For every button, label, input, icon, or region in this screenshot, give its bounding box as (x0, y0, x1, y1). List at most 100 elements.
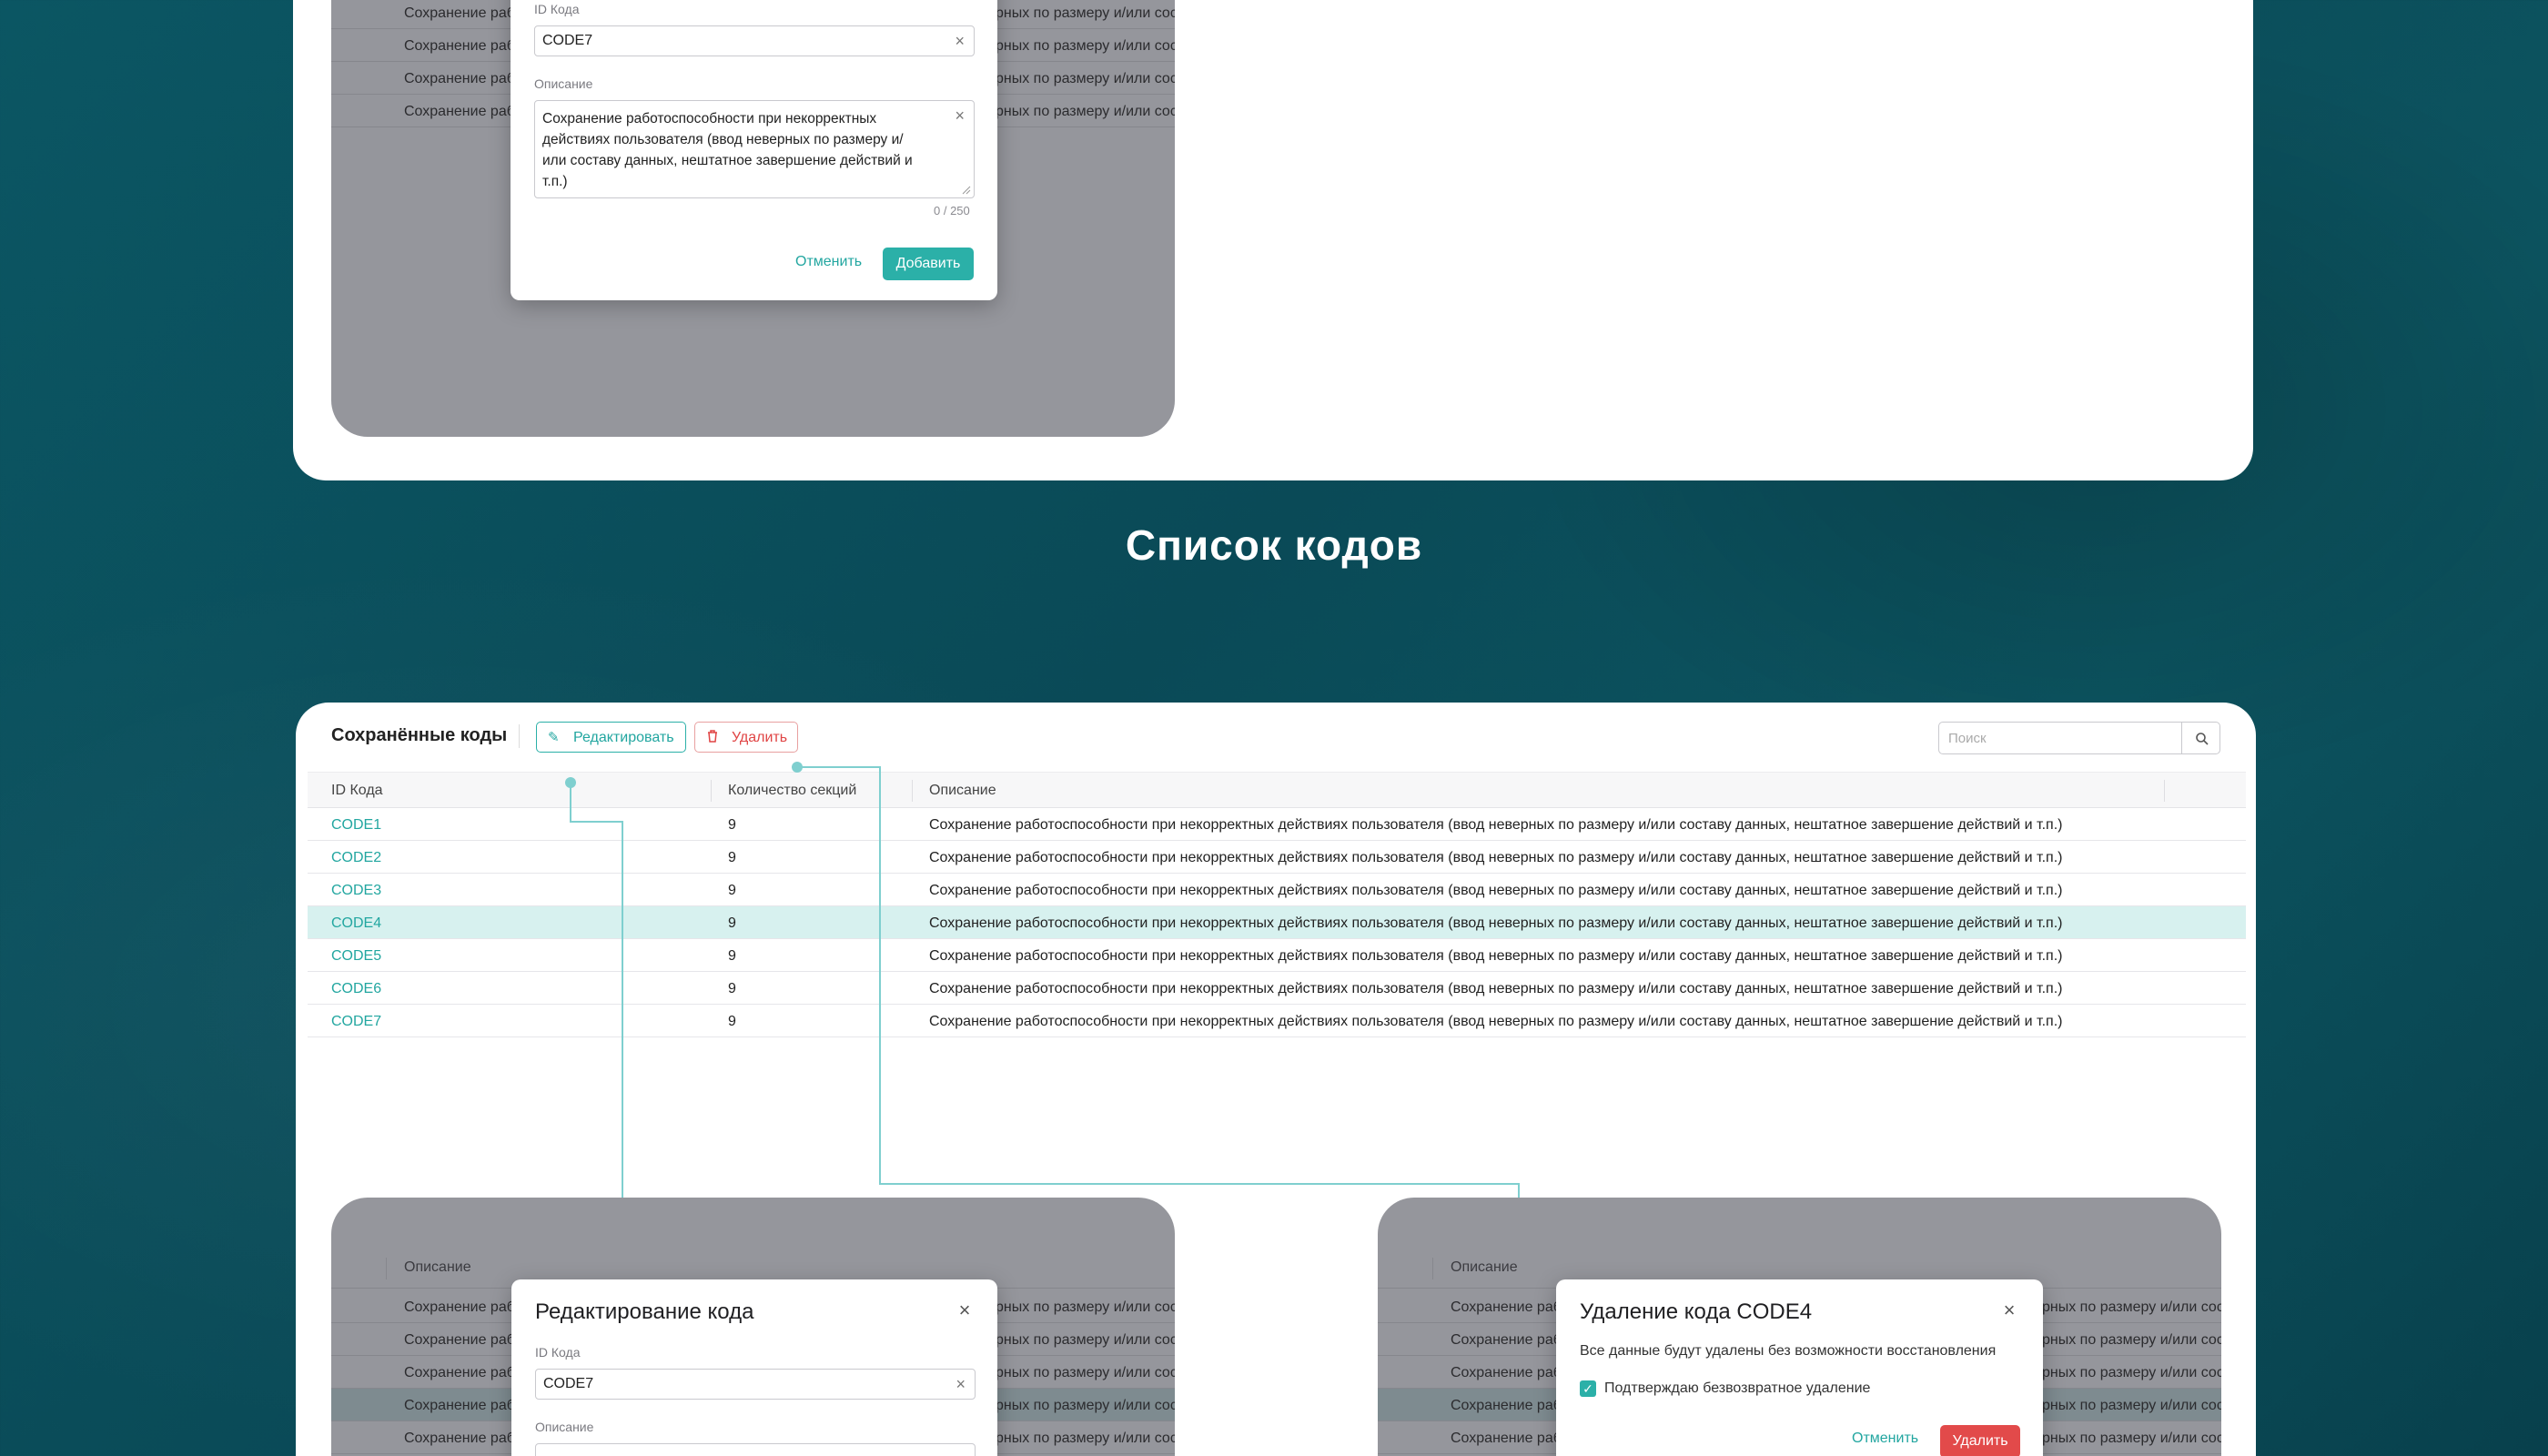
table-row[interactable]: CODE5 9 Сохранение работоспособности при н… (308, 939, 2246, 972)
description-textarea[interactable] (535, 1443, 976, 1456)
code-id-label: ID Кода (535, 1345, 581, 1360)
connector-dot (565, 777, 576, 788)
saved-codes-title: Сохранённые коды (331, 725, 508, 745)
column-header-description[interactable]: Описание (929, 783, 996, 799)
column-divider[interactable] (2164, 780, 2165, 802)
code-description: Сохранение работоспособности при некорре… (929, 850, 2063, 865)
section-count: 9 (728, 1014, 736, 1029)
column-header-id[interactable]: ID Кода (331, 783, 383, 799)
code-id-label: ID Кода (534, 2, 580, 16)
connector-line (796, 766, 881, 768)
preview-header-label: Описание (404, 1259, 471, 1275)
connector-dot (792, 762, 803, 773)
close-icon[interactable]: × (956, 1300, 974, 1320)
preview-cell: Сохранение раб (404, 104, 515, 119)
clear-icon[interactable]: × (955, 106, 965, 126)
edit-button-label: Редактировать (573, 730, 674, 745)
code-id-input[interactable]: CODE7 × (534, 25, 975, 56)
preview-cell: рных по размеру и/или сос (996, 1299, 1175, 1315)
section-count: 9 (728, 883, 736, 898)
code-description: Сохранение работоспособности при некорре… (929, 1014, 2063, 1029)
code-id-link[interactable]: CODE6 (331, 981, 381, 997)
table-row[interactable]: CODE3 9 Сохранение работоспособности при н… (308, 874, 2246, 906)
code-description: Сохранение работоспособности при некорре… (929, 948, 2063, 964)
description-value: Сохранение работоспособности при некорре… (542, 111, 913, 189)
preview-cell: Сохранение раб (1451, 1365, 1562, 1380)
preview-cell: Сохранение раб (404, 1332, 515, 1348)
add-code-modal: ID Кода CODE7 × Описание Сохранение рабо… (511, 0, 997, 300)
confirm-delete-button[interactable]: Удалить (1940, 1425, 2020, 1456)
column-header-sections[interactable]: Количество секций (728, 783, 856, 799)
preview-cell: Сохранение раб (404, 38, 515, 54)
code-id-link[interactable]: CODE7 (331, 1014, 381, 1030)
code-description: Сохранение работоспособности при некорре… (929, 817, 2063, 833)
table-row[interactable]: CODE2 9 Сохранение работоспособности при н… (308, 841, 2246, 874)
preview-cell: рных по размеру и/или сос (996, 1332, 1175, 1348)
code-id-link[interactable]: CODE4 (331, 915, 381, 932)
table-row[interactable]: CODE7 9 Сохранение работоспособности при н… (308, 1005, 2246, 1037)
confirm-checkbox[interactable]: ✓ (1580, 1380, 1596, 1397)
resize-handle-icon[interactable] (962, 186, 971, 195)
cancel-button[interactable]: Отменить (795, 254, 862, 270)
connector-line (879, 1183, 1520, 1185)
code-id-value: CODE7 (542, 33, 593, 48)
preview-cell: рных по размеру и/или сос (2042, 1398, 2221, 1413)
table-row[interactable]: CODE4 9 Сохранение работоспособности при н… (308, 906, 2246, 939)
preview-cell: Сохранение раб (1451, 1398, 1562, 1413)
edit-button[interactable]: ✎ Редактировать (536, 722, 686, 753)
clear-icon[interactable]: × (956, 1375, 966, 1394)
code-description: Сохранение работоспособности при некорре… (929, 981, 2063, 996)
column-divider[interactable] (711, 780, 712, 802)
connector-line (622, 821, 623, 1214)
delete-code-modal: Удаление кода CODE4 × Все данные будут у… (1556, 1279, 2043, 1456)
code-id-link[interactable]: CODE5 (331, 948, 381, 965)
delete-button[interactable]: Удалить (694, 722, 798, 753)
preview-cell: Сохранение раб (1451, 1332, 1562, 1348)
pencil-icon: ✎ (548, 730, 560, 745)
modal-title: Удаление кода CODE4 (1580, 1299, 1813, 1324)
code-description: Сохранение работоспособности при некорре… (929, 883, 2063, 898)
preview-cell: рных по размеру и/или сос (2042, 1365, 2221, 1380)
confirm-checkbox-label[interactable]: Подтверждаю безвозвратное удаление (1604, 1380, 1870, 1397)
search-button[interactable] (2181, 722, 2220, 754)
code-id-input[interactable]: CODE7 × (535, 1369, 976, 1400)
preview-cell: рных по размеру и/или сос (996, 1398, 1175, 1413)
preview-cell: рных по размеру и/или сос (2042, 1431, 2221, 1446)
delete-warning-text: Все данные будут удалены без возможности… (1580, 1343, 1997, 1359)
section-count: 9 (728, 915, 736, 931)
preview-cell: рных по размеру и/или сос (996, 5, 1175, 21)
cancel-button[interactable]: Отменить (1852, 1431, 1918, 1447)
table-row[interactable]: CODE6 9 Сохранение работоспособности при н… (308, 972, 2246, 1005)
modal-title: Редактирование кода (535, 1299, 754, 1324)
connector-line (879, 766, 881, 1185)
table-row[interactable]: CODE1 9 Сохранение работоспособности при н… (308, 808, 2246, 841)
preview-cell: Сохранение раб (404, 1398, 515, 1413)
column-divider (386, 1258, 387, 1279)
delete-button-label: Удалить (732, 730, 788, 745)
preview-cell: Сохранение раб (404, 71, 515, 86)
code-description: Сохранение работоспособности при некорре… (929, 915, 2063, 931)
column-divider[interactable] (912, 780, 913, 802)
preview-header-label: Описание (1451, 1259, 1518, 1275)
clear-icon[interactable]: × (955, 32, 965, 51)
table-header: ID Кода Количество секций Описание (308, 772, 2246, 808)
toolbar-divider (519, 724, 520, 748)
preview-cell: рных по размеру и/или сос (996, 104, 1175, 119)
preview-cell: рных по размеру и/или сос (996, 1365, 1175, 1380)
close-icon[interactable]: × (2000, 1300, 2018, 1320)
preview-cell: Сохранение раб (404, 5, 515, 21)
preview-cell: Сохранение раб (404, 1431, 515, 1446)
preview-cell: рных по размеру и/или сос (996, 1431, 1175, 1446)
search-input[interactable]: Поиск (1938, 722, 2182, 754)
code-id-link[interactable]: CODE2 (331, 850, 381, 866)
description-textarea[interactable]: Сохранение работоспособности при некорре… (534, 100, 975, 198)
description-label: Описание (535, 1420, 594, 1434)
section-count: 9 (728, 948, 736, 964)
preview-cell: Сохранение раб (1451, 1431, 1562, 1446)
section-count: 9 (728, 817, 736, 833)
code-id-link[interactable]: CODE1 (331, 817, 381, 834)
code-id-link[interactable]: CODE3 (331, 883, 381, 899)
preview-cell: рных по размеру и/или сос (2042, 1299, 2221, 1315)
connector-line (570, 821, 623, 823)
add-button[interactable]: Добавить (883, 248, 974, 280)
